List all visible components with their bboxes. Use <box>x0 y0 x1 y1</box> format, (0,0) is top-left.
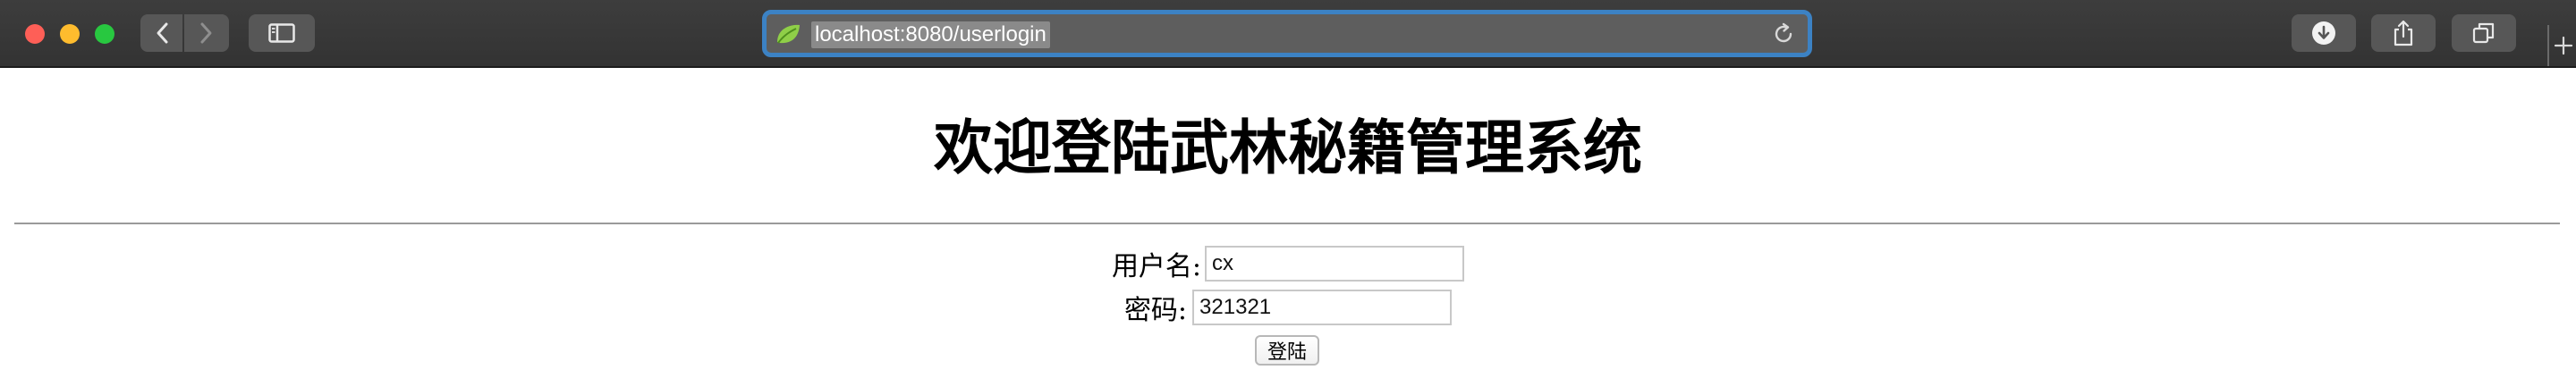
forward-button[interactable] <box>184 14 229 52</box>
divider <box>14 223 2560 224</box>
reload-icon[interactable] <box>1772 22 1795 46</box>
password-input[interactable] <box>1192 290 1453 325</box>
share-button[interactable] <box>2371 14 2436 52</box>
username-input[interactable] <box>1205 246 1465 282</box>
password-label: 密码: <box>1123 295 1188 326</box>
tabs-icon <box>2472 22 2495 44</box>
browser-toolbar: localhost:8080/userlogin <box>0 0 2576 68</box>
download-button[interactable] <box>2292 14 2356 52</box>
sidebar-button[interactable] <box>249 14 315 52</box>
page-title: 欢迎登陆武林秘籍管理系统 <box>934 113 1642 182</box>
fullscreen-window-button[interactable] <box>95 24 114 44</box>
sidebar-icon <box>268 23 295 43</box>
new-tab-button[interactable] <box>2547 25 2576 66</box>
address-bar[interactable]: localhost:8080/userlogin <box>762 10 1812 57</box>
close-window-button[interactable] <box>25 24 45 44</box>
back-button[interactable] <box>140 14 182 52</box>
minimize-window-button[interactable] <box>60 24 80 44</box>
plus-icon <box>2554 36 2573 55</box>
show-tabs-button[interactable] <box>2452 14 2516 52</box>
login-button[interactable]: 登陆 <box>1255 335 1319 366</box>
username-row: 用户名: <box>0 244 2576 283</box>
username-label: 用户名: <box>1111 251 1202 282</box>
chevron-left-icon <box>157 22 167 44</box>
spring-leaf-icon <box>777 24 800 44</box>
chevron-right-icon <box>200 22 212 44</box>
password-row: 密码: <box>0 288 2576 327</box>
share-icon <box>2394 20 2413 46</box>
url-text[interactable]: localhost:8080/userlogin <box>811 21 1050 48</box>
download-icon <box>2312 21 2335 45</box>
